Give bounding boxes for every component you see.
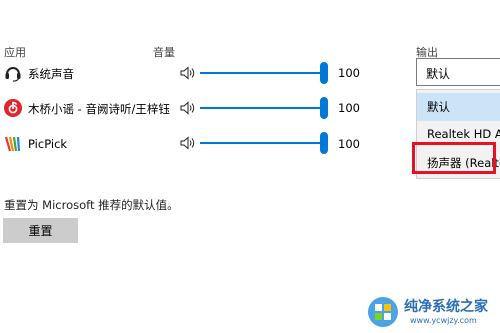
volume-value: 100 (338, 101, 360, 115)
netease-music-icon (4, 99, 22, 117)
menu-item-default[interactable]: 默认 (417, 93, 500, 121)
reset-description: 重置为 Microsoft 推荐的默认值。 (4, 198, 179, 212)
watermark-url: www.ycwjzy.com (410, 316, 477, 325)
reset-button[interactable]: 重置 (3, 218, 78, 243)
volume-header: 音量 (153, 46, 175, 59)
volume-slider-thumb[interactable] (320, 97, 328, 119)
speaker-icon[interactable] (180, 136, 196, 150)
app-name: PicPick (28, 137, 68, 151)
volume-slider-thumb[interactable] (320, 62, 328, 84)
volume-value: 100 (338, 66, 360, 80)
speaker-icon[interactable] (180, 101, 196, 115)
app-name: 木桥小谣 - 音阙诗听/王梓钰 (28, 102, 170, 116)
picpick-icon (4, 136, 21, 152)
volume-slider-track[interactable] (200, 142, 324, 144)
app-name: 系统声音 (28, 67, 74, 81)
watermark-title: 纯净系统之家 (404, 299, 488, 315)
dropdown-selected-value: 默认 (426, 67, 451, 81)
volume-slider-track[interactable] (200, 72, 324, 74)
watermark-logo (368, 297, 398, 327)
volume-slider-track[interactable] (200, 107, 324, 109)
volume-value: 100 (338, 137, 360, 151)
speaker-icon[interactable] (180, 66, 196, 80)
output-device-dropdown[interactable]: 默认 (416, 58, 500, 86)
volume-slider-thumb[interactable] (320, 132, 328, 154)
highlight-box (412, 142, 496, 174)
apps-header: 应用 (4, 46, 26, 59)
headset-icon (5, 67, 21, 82)
watermark: 纯净系统之家 www.ycwjzy.com (366, 291, 500, 333)
